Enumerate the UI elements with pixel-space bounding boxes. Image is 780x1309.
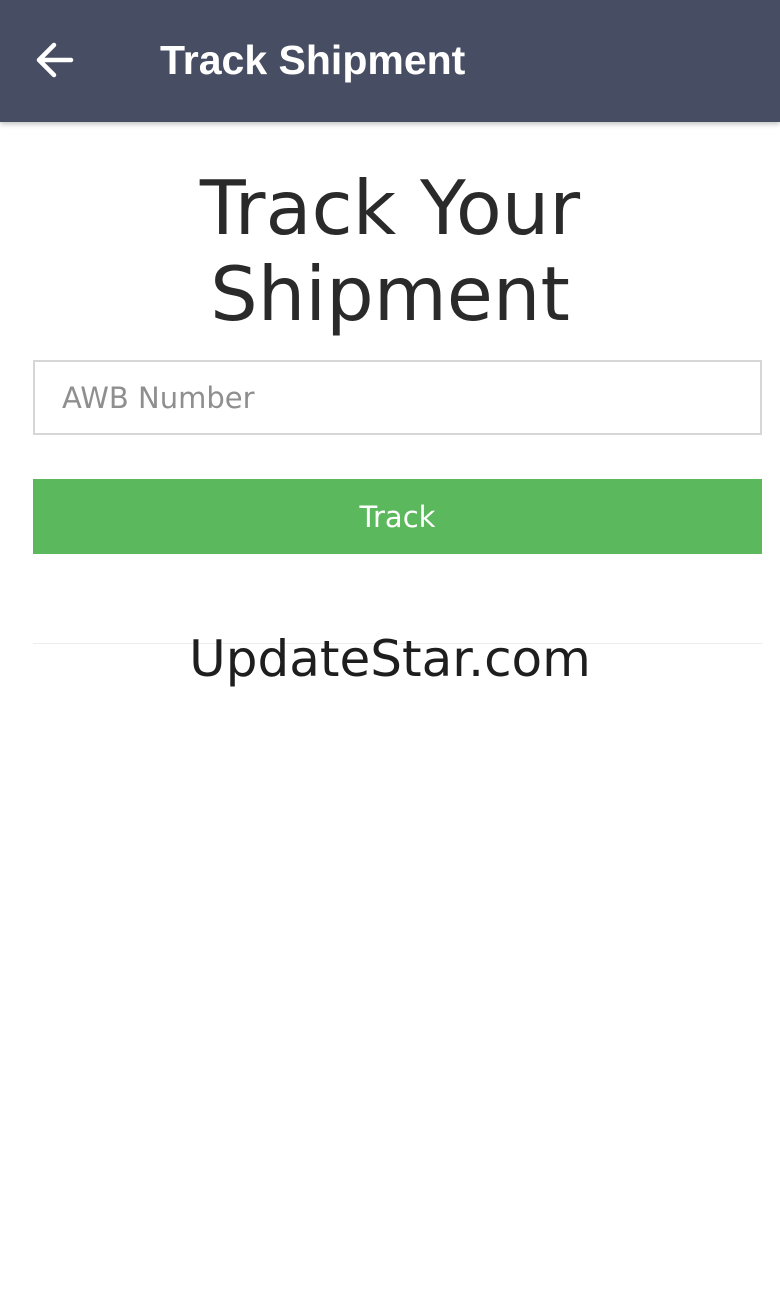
track-button[interactable]: Track: [33, 479, 762, 554]
page-title: Track Shipment: [160, 37, 466, 83]
arrow-left-icon: [36, 42, 74, 78]
back-button[interactable]: [28, 36, 80, 84]
track-heading: Track Your Shipment: [0, 165, 780, 337]
watermark-text: UpdateStar.com: [189, 630, 591, 688]
heading-line-1: Track Your: [199, 164, 581, 252]
heading-line-2: Shipment: [210, 250, 570, 338]
app-bar: Track Shipment: [0, 0, 780, 122]
awb-number-input[interactable]: [33, 360, 762, 435]
